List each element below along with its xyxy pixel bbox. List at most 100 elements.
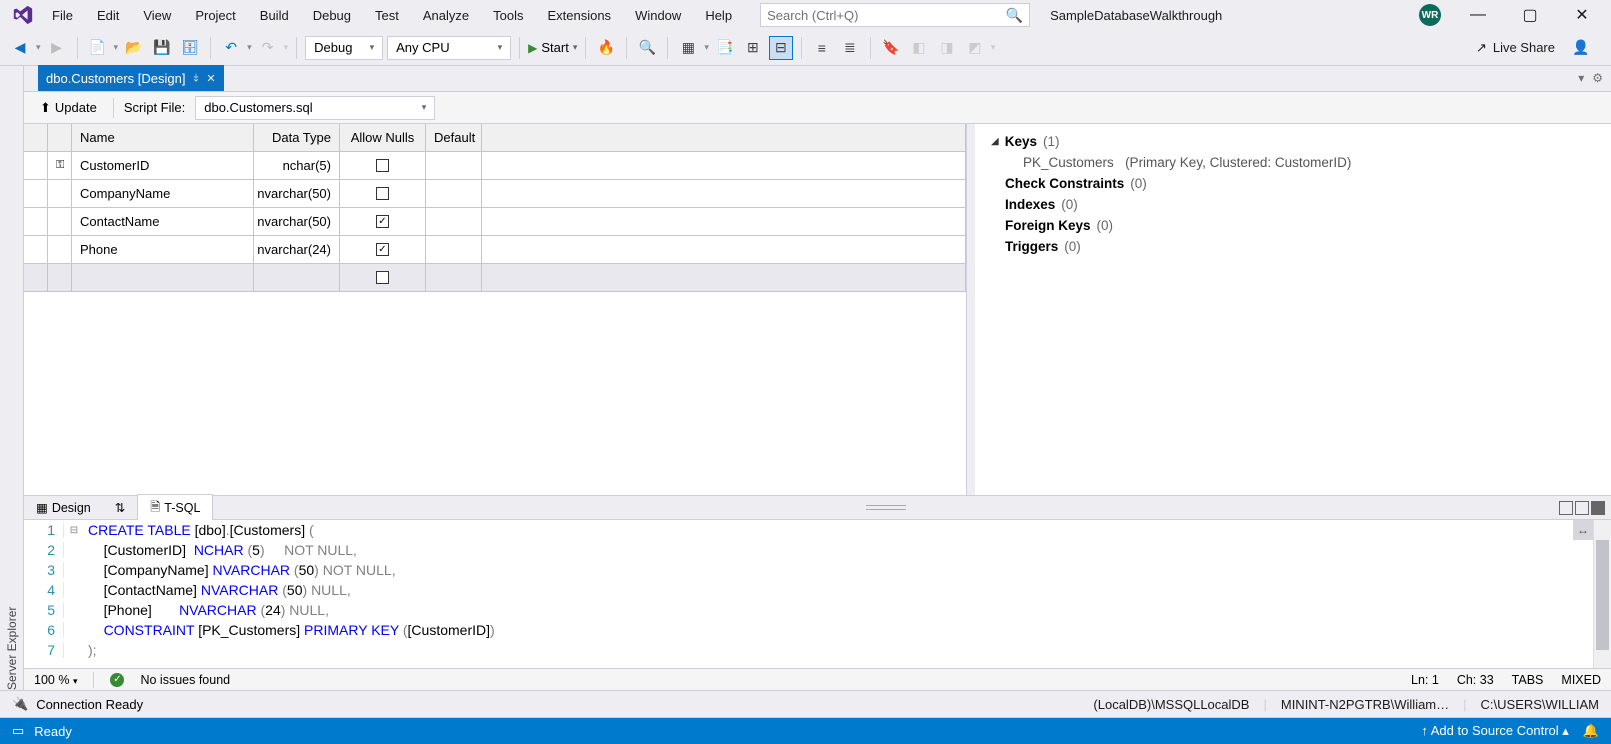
source-control-button[interactable]: ↑ Add to Source Control ▴ <box>1421 723 1568 739</box>
update-button[interactable]: ⬆ Update <box>34 98 103 118</box>
prop-indexes[interactable]: Indexes (0) <box>1005 197 1595 212</box>
default-cell[interactable] <box>426 152 482 179</box>
notifications-button[interactable]: 🔔 <box>1583 723 1599 739</box>
close-tab-icon[interactable]: ✕ <box>206 72 215 85</box>
menu-file[interactable]: File <box>40 4 85 27</box>
window-minimize-button[interactable]: — <box>1463 4 1493 26</box>
pin-icon[interactable]: ⤈ <box>193 72 198 85</box>
redo-button[interactable]: ↷ <box>256 36 280 60</box>
user-avatar[interactable]: WR <box>1419 4 1441 26</box>
column-row[interactable]: ContactNamenvarchar(50)✓ <box>24 208 966 236</box>
solution-platform-dropdown[interactable]: Any CPU▾ <box>387 36 511 60</box>
menu-build[interactable]: Build <box>248 4 301 27</box>
prop-foreign-keys[interactable]: Foreign Keys (0) <box>1005 218 1595 233</box>
search-placeholder-text: Search (Ctrl+Q) <box>767 8 858 23</box>
hot-reload-button[interactable]: 🔥 <box>594 36 618 60</box>
tabs-indicator[interactable]: TABS <box>1512 673 1544 687</box>
menu-project[interactable]: Project <box>183 4 247 27</box>
layout-split-v-button[interactable] <box>1575 501 1589 515</box>
column-name-cell[interactable]: CustomerID <box>72 152 254 179</box>
script-file-dropdown[interactable]: dbo.Customers.sql ▾ <box>195 96 435 120</box>
tb-misc-3[interactable]: ⊞ <box>741 36 765 60</box>
window-maximize-button[interactable]: ▢ <box>1515 4 1545 26</box>
window-close-button[interactable]: ✕ <box>1567 4 1597 26</box>
column-name-cell[interactable]: Phone <box>72 236 254 263</box>
open-file-button[interactable]: 📂 <box>122 36 146 60</box>
prop-pk-item[interactable]: PK_Customers (Primary Key, Clustered: Cu… <box>1023 155 1595 170</box>
column-row[interactable]: CompanyNamenvarchar(50) <box>24 180 966 208</box>
allow-nulls-checkbox[interactable] <box>340 152 426 179</box>
nav-forward-button[interactable]: ▶ <box>45 36 69 60</box>
column-type-cell[interactable]: nvarchar(50) <box>254 208 340 235</box>
prop-keys[interactable]: ◢ Keys (1) <box>991 134 1595 149</box>
user-name[interactable]: MININT-N2PGTRB\William… <box>1281 697 1449 712</box>
indent-increase-button[interactable]: ≣ <box>838 36 862 60</box>
menu-debug[interactable]: Debug <box>301 4 363 27</box>
tb-misc-4[interactable]: ⊟ <box>769 36 793 60</box>
new-column-row[interactable] <box>24 264 966 292</box>
tsql-editor[interactable]: ↔ 1⊟CREATE TABLE [dbo].[Customers] ( 2 [… <box>24 520 1593 668</box>
column-type-cell[interactable]: nvarchar(50) <box>254 180 340 207</box>
column-row[interactable]: ⚿CustomerIDnchar(5) <box>24 152 966 180</box>
server-explorer-tool-tab[interactable]: Server Explorer <box>0 66 24 690</box>
find-in-files-button[interactable]: 🔍 <box>635 36 659 60</box>
start-debug-button[interactable]: ▶ Start ▾ <box>528 40 577 55</box>
tsql-tab[interactable]: 🗎 T-SQL <box>137 494 213 522</box>
editor-vertical-scrollbar[interactable] <box>1593 520 1611 668</box>
default-cell[interactable] <box>426 180 482 207</box>
database-name[interactable]: C:\USERS\WILLIAM <box>1481 697 1599 712</box>
column-type-cell[interactable]: nvarchar(24) <box>254 236 340 263</box>
nav-back-button[interactable]: ◀ <box>8 36 32 60</box>
quick-search-input[interactable]: Search (Ctrl+Q) 🔍 <box>760 3 1030 27</box>
live-share-button[interactable]: ↗ Live Share <box>1476 40 1555 56</box>
horizontal-splitter-grip[interactable] <box>866 505 906 510</box>
split-expand-button[interactable]: ↔ <box>1573 520 1593 540</box>
layout-split-h-button[interactable] <box>1559 501 1573 515</box>
menu-view[interactable]: View <box>131 4 183 27</box>
column-name-cell[interactable]: CompanyName <box>72 180 254 207</box>
tab-overflow-dropdown[interactable]: ▾ <box>1578 71 1584 85</box>
indent-decrease-button[interactable]: ≡ <box>810 36 834 60</box>
save-button[interactable]: 💾 <box>150 36 174 60</box>
line-endings-indicator[interactable]: MIXED <box>1561 673 1601 687</box>
grid-header-type[interactable]: Data Type <box>254 124 340 151</box>
doc-tab-customers-design[interactable]: dbo.Customers [Design] ⤈ ✕ <box>38 65 224 91</box>
undo-button[interactable]: ↶ <box>219 36 243 60</box>
default-cell[interactable] <box>426 236 482 263</box>
menu-window[interactable]: Window <box>623 4 693 27</box>
tab-options-button[interactable]: ⚙ <box>1592 71 1603 85</box>
column-name-cell[interactable]: ContactName <box>72 208 254 235</box>
bookmark-button[interactable]: 🔖 <box>879 36 903 60</box>
solution-config-dropdown[interactable]: Debug▾ <box>305 36 383 60</box>
layout-full-button[interactable] <box>1591 501 1605 515</box>
menu-edit[interactable]: Edit <box>85 4 131 27</box>
prop-triggers[interactable]: Triggers (0) <box>1005 239 1595 254</box>
design-tab[interactable]: ▦ Design <box>24 497 103 518</box>
menu-test[interactable]: Test <box>363 4 411 27</box>
column-type-cell[interactable]: nchar(5) <box>254 152 340 179</box>
tb-misc-1[interactable]: ▦ <box>676 36 700 60</box>
allow-nulls-checkbox[interactable] <box>340 180 426 207</box>
feedback-button[interactable]: 👤 <box>1569 36 1593 60</box>
menu-analyze[interactable]: Analyze <box>411 4 481 27</box>
output-icon[interactable]: ▭ <box>12 723 24 739</box>
allow-nulls-checkbox[interactable]: ✓ <box>340 236 426 263</box>
prop-check-constraints[interactable]: Check Constraints (0) <box>1005 176 1595 191</box>
menu-extensions[interactable]: Extensions <box>535 4 623 27</box>
allow-nulls-checkbox[interactable]: ✓ <box>340 208 426 235</box>
swap-tab-button[interactable]: ⇅ <box>103 497 137 518</box>
vertical-splitter[interactable] <box>967 124 975 495</box>
menu-help[interactable]: Help <box>693 4 744 27</box>
solution-name-label: SampleDatabaseWalkthrough <box>1050 8 1222 23</box>
zoom-dropdown[interactable]: 100 % ▾ <box>34 673 77 687</box>
default-cell[interactable] <box>426 208 482 235</box>
grid-header-default[interactable]: Default <box>426 124 482 151</box>
grid-header-name[interactable]: Name <box>72 124 254 151</box>
new-project-button[interactable]: 📄 <box>86 36 110 60</box>
server-name[interactable]: (LocalDB)\MSSQLLocalDB <box>1093 697 1249 712</box>
column-row[interactable]: Phonenvarchar(24)✓ <box>24 236 966 264</box>
grid-header-nulls[interactable]: Allow Nulls <box>340 124 426 151</box>
menu-tools[interactable]: Tools <box>481 4 535 27</box>
save-all-button[interactable]: 🗄 <box>178 36 202 60</box>
tb-misc-2[interactable]: 📑 <box>713 36 737 60</box>
